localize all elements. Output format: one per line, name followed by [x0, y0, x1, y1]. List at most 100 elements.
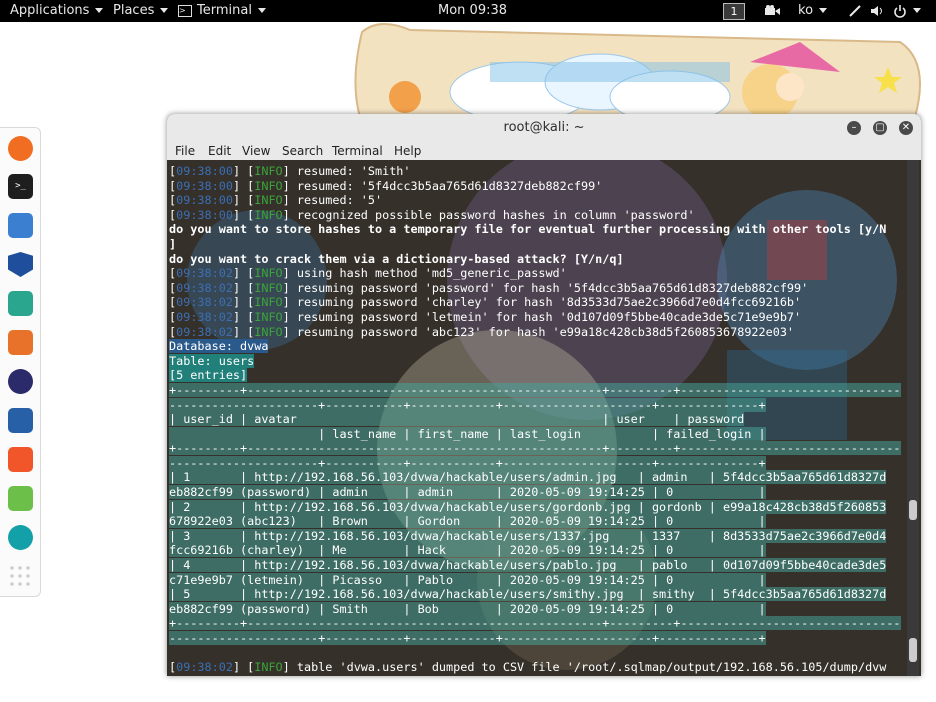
terminal-text: ] resuming password 'abc123' for hash 'e…	[282, 324, 795, 339]
terminal-text: ] resumed: '5f4dcc3b5aa765d61d8327deb882…	[282, 178, 603, 193]
terminal-text: 09:38:02	[176, 295, 233, 310]
applications-menu[interactable]: Applications	[10, 0, 104, 22]
menu-help[interactable]: Help	[394, 144, 421, 158]
terminal-text: INFO	[254, 324, 283, 339]
terminal-line: Table: users	[169, 353, 909, 369]
beef-icon[interactable]	[8, 408, 33, 433]
keyboard-layout-menu[interactable]: ko	[798, 0, 828, 22]
terminal-text: Database: dvwa	[169, 339, 269, 354]
menu-view[interactable]: View	[242, 144, 270, 158]
terminal-line: [09:38:02] [INFO] resuming password 'let…	[169, 310, 909, 325]
scrollbar-thumb[interactable]	[909, 500, 917, 520]
terminal-text: INFO	[254, 295, 283, 310]
places-label: Places	[113, 3, 155, 18]
menu-file[interactable]: File	[175, 144, 195, 158]
maltego-icon[interactable]	[8, 369, 33, 394]
terminal-text: 09:38:02	[176, 309, 233, 324]
close-button[interactable]: ✕	[899, 121, 913, 135]
terminal-line: eb882cf99 (password) | admin | admin | 2…	[169, 485, 909, 500]
terminal-text: eb882cf99 (password) | Smith | Bob | 202…	[169, 601, 766, 616]
pen-icon[interactable]	[848, 0, 862, 22]
menu-terminal[interactable]: Terminal	[332, 144, 383, 158]
terminal-text: 09:38:00	[176, 207, 233, 222]
terminal-text: 678922e03 (abc123) | Brown | Gordon | 20…	[169, 514, 766, 529]
terminal-line: Database: dvwa	[169, 339, 909, 354]
terminal-text: INFO	[254, 309, 283, 324]
terminal-text: Table: users	[169, 353, 255, 368]
terminal-text: INFO	[254, 660, 283, 675]
video-camera-icon[interactable]	[765, 0, 781, 22]
terminal-text: ] [	[232, 266, 255, 281]
terminal-text: ] [	[232, 193, 255, 208]
power-menu[interactable]	[893, 0, 921, 22]
terminal-line: [09:38:02] [INFO] table 'dvwa.users' dum…	[169, 660, 909, 675]
places-menu[interactable]: Places	[113, 0, 169, 22]
terminal-app-menu[interactable]: > Terminal	[178, 0, 266, 22]
terminal-text: fcc69216b (charley) | Me | Hack | 2020-0…	[169, 543, 766, 558]
terminal-line: [09:38:02] [INFO] resuming password 'abc…	[169, 325, 909, 340]
top-panel: Applications Places > Terminal Mon 09:38 …	[0, 0, 936, 22]
terminal-line: do you want to store hashes to a tempora…	[169, 222, 909, 237]
terminal-text: | 2 | http://192.168.56.103/dvwa/hackabl…	[169, 499, 887, 514]
terminal-text: INFO	[254, 164, 283, 178]
terminal-icon[interactable]: >_	[8, 174, 33, 199]
show-apps-icon[interactable]	[8, 564, 33, 589]
chevron-down-icon	[95, 8, 104, 13]
firefox-icon[interactable]	[8, 136, 33, 161]
terminal-line: c71e9e9b7 (letmein) | Picasso | Pablo | …	[169, 572, 909, 588]
terminal-output[interactable]: [09:38:00] [INFO] resumed: 'Smith' [09:38…	[167, 160, 921, 676]
volume-icon[interactable]	[870, 0, 884, 22]
terminal-text: 09:38:02	[176, 280, 233, 295]
power-icon	[894, 4, 906, 18]
terminal-line: [09:38:00] [INFO] resumed: '5'	[169, 193, 909, 208]
terminal-text: do you want to crack them via a dictiona…	[169, 251, 624, 266]
terminal-text: ] [	[232, 309, 255, 324]
terminal-line: ---------------------+-----------+------…	[169, 397, 909, 413]
leafpad-icon[interactable]	[8, 486, 33, 511]
terminal-text: 09:38:00	[176, 178, 233, 193]
terminal-text: ]	[169, 236, 177, 251]
terminal-text: ] [	[232, 207, 255, 222]
terminal-text: INFO	[254, 193, 283, 208]
applications-label: Applications	[10, 3, 90, 18]
workspace-indicator[interactable]: 1	[723, 3, 745, 20]
terminal-text: ] resuming password 'password' for hash …	[282, 280, 809, 295]
terminal-text: 09:38:00	[176, 164, 233, 178]
terminal-line: [09:38:02] [INFO] resuming password 'cha…	[169, 295, 909, 310]
terminal-text: ] resumed: '5'	[282, 193, 383, 208]
terminal-line: do you want to crack them via a dictiona…	[169, 252, 909, 267]
window-titlebar[interactable]: root@kali: ~ – ▢ ✕	[167, 114, 921, 143]
chevron-down-icon	[913, 8, 921, 13]
terminal-text: do you want to store hashes to a tempora…	[169, 222, 887, 237]
terminal-text: ] table 'dvwa.users' dumped to CSV file …	[282, 660, 887, 675]
terminal-text: ---------------------+-----------+------…	[169, 631, 766, 645]
terminal-line: +---------+-----------------------------…	[169, 441, 909, 456]
menu-edit[interactable]: Edit	[208, 144, 231, 158]
clock[interactable]: Mon 09:38	[438, 0, 507, 22]
metasploit-icon[interactable]	[8, 252, 33, 277]
cutycapt-icon[interactable]	[8, 525, 33, 550]
terminal-line: [09:38:02] [INFO] resuming password 'pas…	[169, 281, 909, 296]
faraday-icon[interactable]	[8, 447, 33, 472]
terminal-text: ] [	[232, 660, 255, 675]
terminal-window: root@kali: ~ – ▢ ✕ File Edit View Search…	[167, 114, 921, 676]
terminal-text: ] resumed: 'Smith'	[282, 164, 411, 178]
burpsuite-icon[interactable]	[8, 330, 33, 355]
maximize-button[interactable]: ▢	[873, 121, 887, 135]
terminal-text: | last_name | first_name | last_login | …	[169, 426, 766, 441]
terminal-text: ---------------------+-----------+------…	[169, 455, 766, 470]
terminal-text: | 3 | http://192.168.56.103/dvwa/hackabl…	[169, 528, 887, 543]
scrollbar[interactable]	[907, 160, 919, 676]
minimize-button[interactable]: –	[847, 121, 861, 135]
terminal-line: eb882cf99 (password) | Smith | Bob | 202…	[169, 601, 909, 617]
terminal-text: 09:38:00	[176, 193, 233, 208]
menu-search[interactable]: Search	[282, 144, 323, 158]
terminal-text: ] recognized possible password hashes in…	[282, 207, 695, 222]
terminal-text: INFO	[254, 207, 283, 222]
files-icon[interactable]	[8, 213, 33, 238]
terminal-label: Terminal	[197, 3, 252, 18]
terminal-text: ] [	[232, 280, 255, 295]
terminal-text: 09:38:02	[176, 324, 233, 339]
scrollbar-thumb-bottom[interactable]	[909, 638, 917, 662]
armitage-icon[interactable]	[8, 291, 33, 316]
